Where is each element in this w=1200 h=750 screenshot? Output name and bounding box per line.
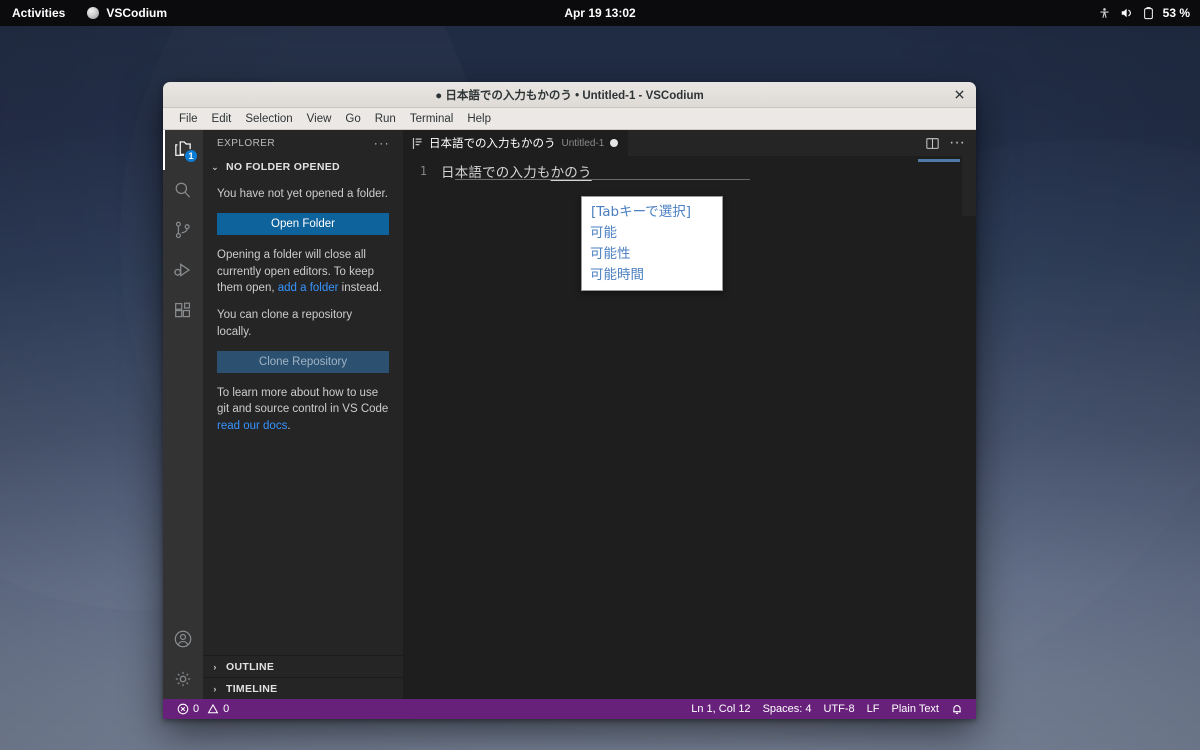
read-our-docs-link[interactable]: read our docs xyxy=(217,420,287,432)
section-header-label: OUTLINE xyxy=(226,660,275,673)
activity-bar: 1 xyxy=(163,130,203,699)
sidebar-title-label: EXPLORER xyxy=(217,137,276,149)
clone-repository-button[interactable]: Clone Repository xyxy=(217,350,389,373)
battery-percent-label: 53 % xyxy=(1162,6,1190,20)
opening-folder-note-post: instead. xyxy=(338,281,382,294)
text-editor-area[interactable]: 1 日本語での入力もかのう [Tabキーで選択] 可能 可能性 可能時間 xyxy=(403,156,976,699)
git-docs-note-pre: To learn more about how to use git and s… xyxy=(217,386,389,416)
status-cursor-position[interactable]: Ln 1, Col 12 xyxy=(685,699,756,719)
menu-run[interactable]: Run xyxy=(368,108,403,129)
ime-candidate-popup[interactable]: [Tabキーで選択] 可能 可能性 可能時間 xyxy=(581,196,723,291)
chevron-right-icon: › xyxy=(213,661,217,672)
code-text: 日本語での入力もかのう xyxy=(441,161,592,181)
minimap-slider[interactable] xyxy=(962,156,976,216)
accessibility-icon xyxy=(1098,7,1111,20)
status-problems[interactable]: 0 0 xyxy=(171,699,235,719)
ime-candidate-2[interactable]: 可能時間 xyxy=(582,265,722,286)
editor-tab-untitled-1[interactable]: 日本語での入力もかのう Untitled-1 xyxy=(403,130,630,156)
status-eol[interactable]: LF xyxy=(861,699,886,719)
menu-terminal[interactable]: Terminal xyxy=(403,108,460,129)
sidebar-title-bar: EXPLORER ··· xyxy=(203,130,403,156)
ime-hint-label: [Tabキーで選択] xyxy=(591,204,692,220)
menu-edit[interactable]: Edit xyxy=(205,108,239,129)
activitybar-item-extensions[interactable] xyxy=(163,290,203,330)
window-title-bar: ● 日本語での入力もかのう • Untitled-1 - VSCodium xyxy=(163,82,976,108)
volume-icon xyxy=(1120,6,1134,20)
activitybar-item-search[interactable] xyxy=(163,170,203,210)
git-docs-note-post: . xyxy=(287,419,291,432)
menu-go[interactable]: Go xyxy=(338,108,367,129)
line-number: 1 xyxy=(419,163,427,178)
system-status-area[interactable]: 53 % xyxy=(1098,0,1190,26)
sidebar-body: You have not yet opened a folder. Open F… xyxy=(203,178,403,655)
open-folder-button[interactable]: Open Folder xyxy=(217,213,389,236)
menu-selection[interactable]: Selection xyxy=(238,108,299,129)
menu-bar: File Edit Selection View Go Run Terminal… xyxy=(163,108,976,130)
no-folder-message: You have not yet opened a folder. xyxy=(217,188,388,200)
menu-view[interactable]: View xyxy=(300,108,339,129)
minimap-line-marker xyxy=(918,159,960,162)
ime-candidate-1[interactable]: 可能性 xyxy=(582,244,722,265)
git-docs-note: To learn more about how to use git and s… xyxy=(217,385,389,434)
section-header-timeline[interactable]: › TIMELINE xyxy=(203,677,403,699)
clock-label: Apr 19 13:02 xyxy=(564,6,636,20)
code-line-1: 1 日本語での入力もかのう xyxy=(403,161,976,181)
status-notifications[interactable] xyxy=(945,699,969,719)
opening-folder-note: Opening a folder will close all currentl… xyxy=(217,247,389,296)
warning-count: 0 xyxy=(223,703,230,715)
split-editor-icon[interactable] xyxy=(921,132,943,154)
editor-tab-label: 日本語での入力もかのう xyxy=(429,138,556,150)
error-count: 0 xyxy=(193,703,200,715)
clone-note: You can clone a repository locally. xyxy=(217,309,353,338)
ime-candidate-0[interactable]: 可能 xyxy=(582,223,722,244)
section-header-no-folder-opened[interactable]: ⌄ NO FOLDER OPENED xyxy=(203,156,403,178)
warning-icon xyxy=(207,703,219,715)
activitybar-item-explorer[interactable]: 1 xyxy=(163,130,203,170)
section-header-label: NO FOLDER OPENED xyxy=(226,161,340,173)
error-icon xyxy=(177,703,189,715)
activitybar-item-run-and-debug[interactable] xyxy=(163,250,203,290)
workbench: 1 EXPLORER ··· ⌄ NO FOLDER OPENED You ha… xyxy=(163,130,976,699)
menu-file[interactable]: File xyxy=(172,108,205,129)
status-encoding[interactable]: UTF-8 xyxy=(817,699,860,719)
chevron-right-icon: › xyxy=(213,683,217,694)
activitybar-item-source-control[interactable] xyxy=(163,210,203,250)
plain-text-file-icon xyxy=(412,137,423,150)
window-title: ● 日本語での入力もかのう • Untitled-1 - VSCodium xyxy=(435,89,704,102)
unsaved-indicator-icon[interactable] xyxy=(610,139,619,147)
section-header-label: TIMELINE xyxy=(226,682,278,695)
editor-tab-description: Untitled-1 xyxy=(561,137,605,149)
status-language-mode[interactable]: Plain Text xyxy=(886,699,946,719)
bell-icon xyxy=(951,703,963,715)
editor-group: 日本語での入力もかのう Untitled-1 ··· 1 日本語での入力もかのう… xyxy=(403,130,976,699)
editor-actions: ··· xyxy=(921,130,976,156)
menu-help[interactable]: Help xyxy=(460,108,498,129)
sidebar-footer-sections: › OUTLINE › TIMELINE xyxy=(203,655,403,699)
chevron-down-icon: ⌄ xyxy=(211,161,219,172)
section-header-outline[interactable]: › OUTLINE xyxy=(203,655,403,677)
battery-icon xyxy=(1143,6,1154,20)
vscodium-window: ● 日本語での入力もかのう • Untitled-1 - VSCodium Fi… xyxy=(163,82,976,719)
composition-underline xyxy=(455,179,750,180)
editor-more-actions-icon[interactable]: ··· xyxy=(946,132,968,154)
add-a-folder-link[interactable]: add a folder xyxy=(278,282,339,294)
activitybar-item-accounts[interactable] xyxy=(163,619,203,659)
sidebar-more-actions-icon[interactable]: ··· xyxy=(374,136,390,150)
explorer-sidebar: EXPLORER ··· ⌄ NO FOLDER OPENED You have… xyxy=(203,130,403,699)
editor-tab-bar: 日本語での入力もかのう Untitled-1 ··· xyxy=(403,130,976,156)
status-bar: 0 0 Ln 1, Col 12 Spaces: 4 UTF-8 LF Plai… xyxy=(163,699,976,719)
gnome-top-bar: Activities VSCodium Apr 19 13:02 53 % xyxy=(0,0,1200,26)
close-window-button[interactable] xyxy=(948,82,970,107)
activitybar-item-manage[interactable] xyxy=(163,659,203,699)
clock-button[interactable]: Apr 19 13:02 xyxy=(0,0,1200,26)
status-indentation[interactable]: Spaces: 4 xyxy=(757,699,818,719)
explorer-badge: 1 xyxy=(184,149,198,163)
